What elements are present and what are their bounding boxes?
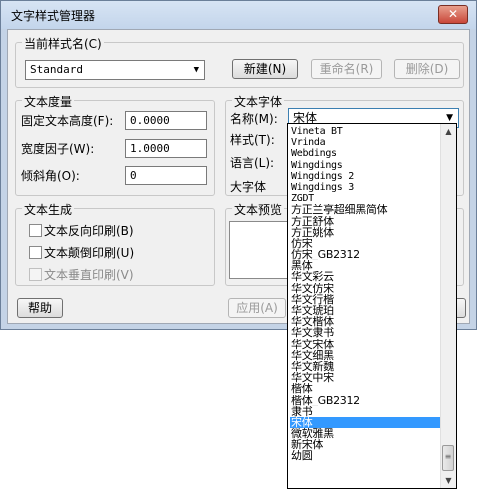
grip-icon: ≡ xyxy=(444,452,452,461)
preview-box xyxy=(229,221,289,279)
font-list-item[interactable]: ZGDT xyxy=(290,193,442,204)
font-list-item[interactable]: Vineta BT xyxy=(290,126,442,137)
font-list-item[interactable]: 华文宋体 xyxy=(290,339,442,350)
font-list-item[interactable]: 华文中宋 xyxy=(290,372,442,383)
font-list-item[interactable]: 华文彩云 xyxy=(290,271,442,282)
scroll-down-icon[interactable]: ▼ xyxy=(441,473,456,488)
oblique-angle-field[interactable]: 0 xyxy=(125,166,207,185)
reverse-label: 文本反向印刷(B) xyxy=(44,224,134,238)
font-list-item[interactable]: 华文新魏 xyxy=(290,361,442,372)
font-list-item[interactable]: Wingdings xyxy=(290,160,442,171)
font-list-item[interactable]: 华文细黑 xyxy=(290,350,442,361)
font-list-item[interactable]: 黑体 xyxy=(290,260,442,271)
apply-button[interactable]: 应用(A) xyxy=(228,298,286,318)
font-list-item[interactable]: 华文仿宋 xyxy=(290,283,442,294)
font-list-item[interactable]: 仿宋 xyxy=(290,238,442,249)
oblique-angle-label: 倾斜角(O): xyxy=(21,169,80,183)
font-list-item[interactable]: Webdings xyxy=(290,148,442,159)
new-button[interactable]: 新建(N) xyxy=(232,59,298,79)
font-list-item[interactable]: Wingdings 2 xyxy=(290,171,442,182)
delete-button[interactable]: 删除(D) xyxy=(394,59,460,79)
font-list-item[interactable]: 新宋体 xyxy=(290,439,442,450)
current-style-select[interactable]: Standard ▼ xyxy=(25,60,205,80)
window-title: 文字样式管理器 xyxy=(11,9,96,23)
width-factor-field[interactable]: 1.0000 xyxy=(125,139,207,158)
scroll-thumb[interactable]: ≡ xyxy=(442,445,454,471)
font-dropdown-list[interactable]: Vineta BT Vrinda Webdings Wingdings Wingding… xyxy=(287,123,457,489)
rename-button[interactable]: 重命名(R) xyxy=(311,59,382,79)
help-button[interactable]: 帮助 xyxy=(17,298,63,318)
font-list-item[interactable]: 微软雅黑 xyxy=(290,428,442,439)
reverse-checkbox[interactable] xyxy=(29,224,42,237)
chevron-down-icon: ▼ xyxy=(193,65,199,75)
font-style-label: 样式(T): xyxy=(230,133,275,147)
close-button[interactable]: ✕ xyxy=(438,5,468,24)
font-list-item[interactable]: 楷体_GB2312 xyxy=(290,395,442,406)
font-list-item[interactable]: 方正兰亭超细黑简体 xyxy=(290,204,442,215)
scroll-up-icon[interactable]: ▲ xyxy=(441,124,456,139)
vertical-label: 文本垂直印刷(V) xyxy=(44,268,134,282)
bigfont-label: 大字体 xyxy=(230,180,267,194)
font-list-item[interactable]: Vrinda xyxy=(290,137,442,148)
text-font-label: 文本字体 xyxy=(232,93,285,110)
font-list-item[interactable]: 仿宋_GB2312 xyxy=(290,249,442,260)
text-metrics-label: 文本度量 xyxy=(22,93,75,110)
vertical-checkbox[interactable] xyxy=(29,268,42,281)
upside-down-label: 文本颠倒印刷(U) xyxy=(44,246,135,260)
text-generation-label: 文本生成 xyxy=(22,201,75,218)
current-style-label: 当前样式名(C) xyxy=(22,35,104,52)
dropdown-scrollbar[interactable]: ▲ ≡ ▼ xyxy=(440,124,456,488)
font-list-item[interactable]: 华文琥珀 xyxy=(290,305,442,316)
font-list-item[interactable]: 隶书 xyxy=(290,406,442,417)
fixed-height-field[interactable]: 0.0000 xyxy=(125,111,207,130)
font-list-item[interactable]: 华文隶书 xyxy=(290,327,442,338)
language-label: 语言(L): xyxy=(230,156,275,170)
upside-down-checkbox[interactable] xyxy=(29,246,42,259)
font-list-item[interactable]: 方正舒体 xyxy=(290,216,442,227)
fixed-height-label: 固定文本高度(F): xyxy=(21,114,114,128)
text-preview-label: 文本预览 xyxy=(232,201,285,218)
width-factor-label: 宽度因子(W): xyxy=(21,142,95,156)
font-list-item[interactable]: 幼圆 xyxy=(290,450,442,461)
font-list-item[interactable]: 方正姚体 xyxy=(290,227,442,238)
font-list-item[interactable]: 华文行楷 xyxy=(290,294,442,305)
title-bar[interactable]: 文字样式管理器 ✕ xyxy=(1,1,476,29)
font-list-item[interactable]: 楷体 xyxy=(290,383,442,394)
font-name-label: 名称(M): xyxy=(230,112,278,126)
font-list-item[interactable]: 宋体 xyxy=(290,416,442,429)
font-list: Vineta BT Vrinda Webdings Wingdings Wingding… xyxy=(290,126,442,462)
font-list-item[interactable]: 华文楷体 xyxy=(290,316,442,327)
current-style-value: Standard xyxy=(30,63,83,76)
font-list-item[interactable]: Wingdings 3 xyxy=(290,182,442,193)
